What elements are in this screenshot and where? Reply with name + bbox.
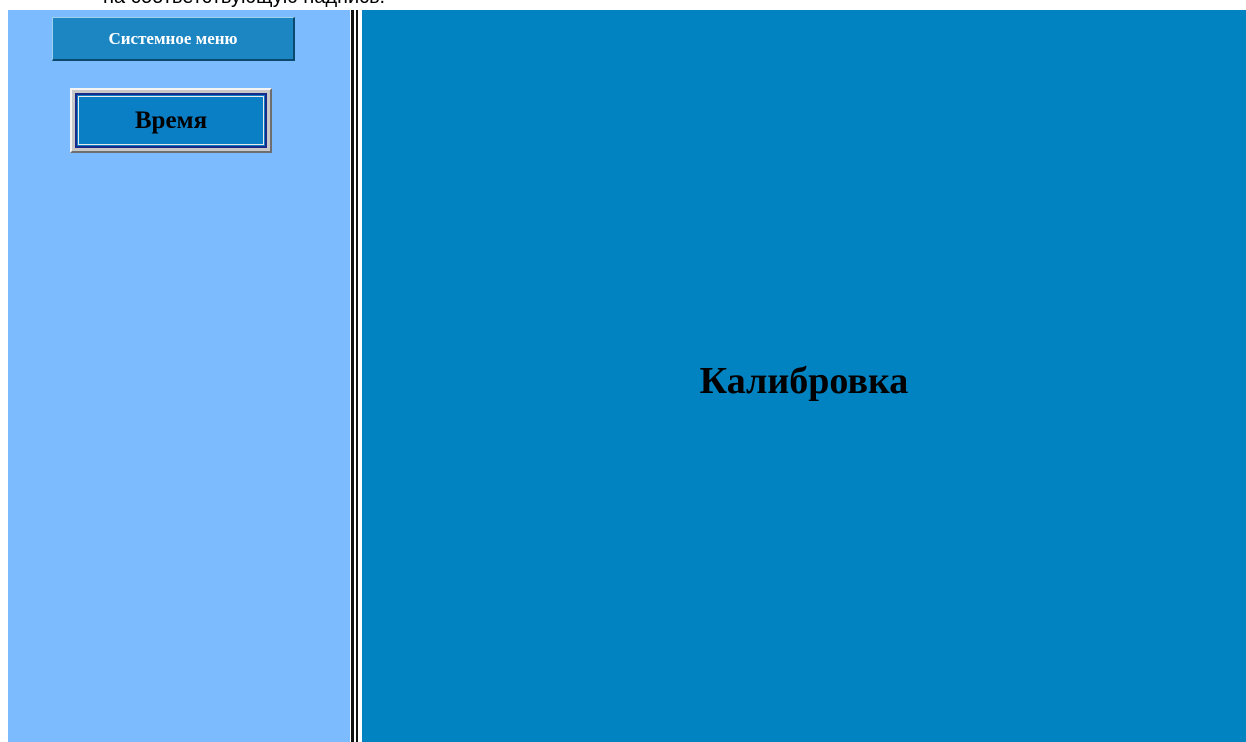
- panel-divider: [350, 10, 362, 742]
- time-button-label: Время: [75, 93, 267, 148]
- divider-line-right: [356, 10, 358, 742]
- sidebar: Системное меню Время: [8, 10, 350, 742]
- instruction-text: на соответствующую надпись.: [103, 0, 385, 8]
- system-menu-button[interactable]: Системное меню: [52, 17, 295, 61]
- main-panel: Калибровка: [362, 10, 1246, 742]
- divider-line-left: [351, 10, 354, 742]
- time-button[interactable]: Время: [70, 88, 272, 153]
- top-strip: на соответствующую надпись.: [0, 0, 1246, 10]
- page-title: Калибровка: [699, 360, 909, 402]
